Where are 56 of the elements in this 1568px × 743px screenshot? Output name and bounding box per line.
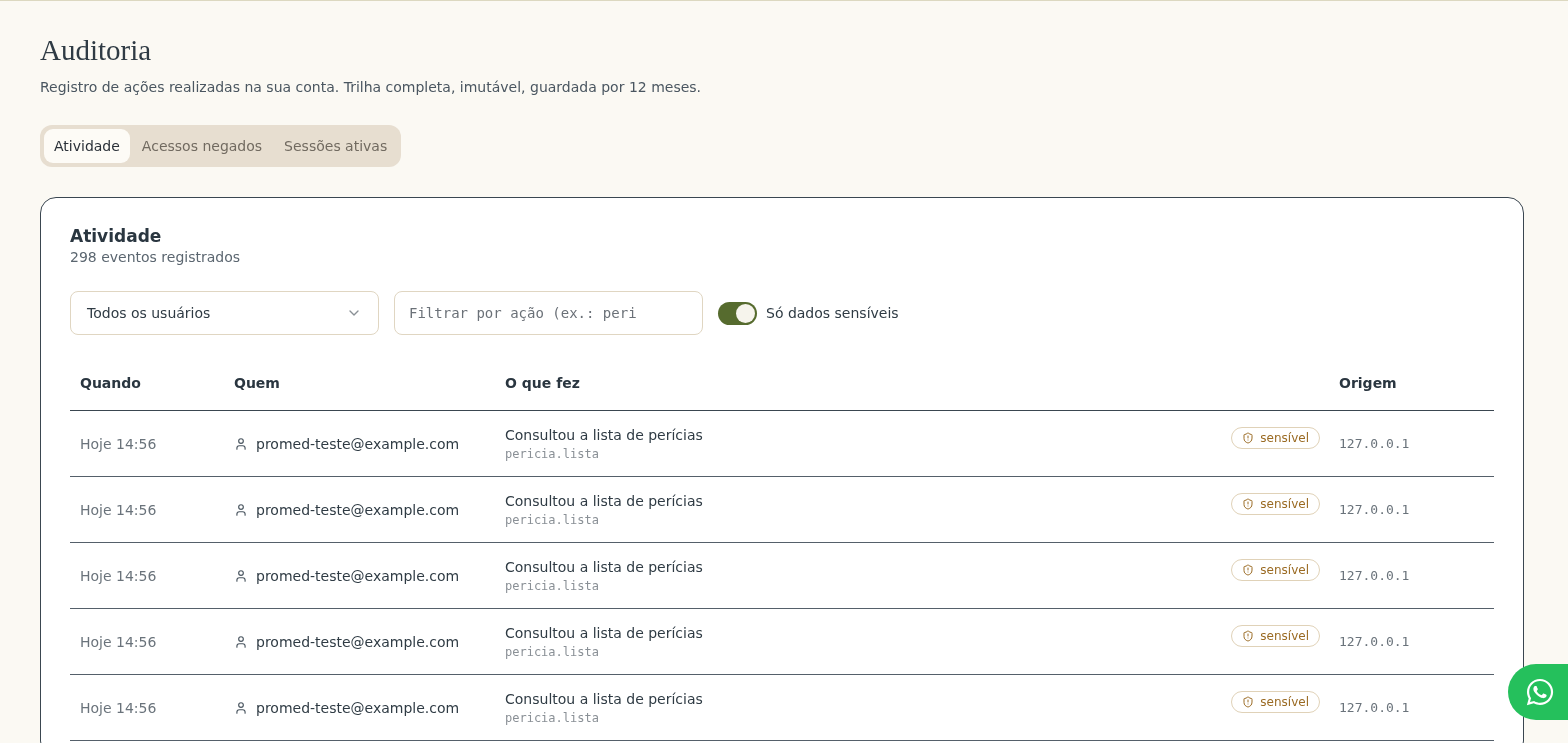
tag-label: sensível bbox=[1260, 430, 1309, 445]
tag-label: sensível bbox=[1260, 694, 1309, 709]
user-icon bbox=[234, 568, 248, 583]
chat-bubble-icon bbox=[1525, 677, 1555, 707]
column-header: Origem bbox=[1339, 374, 1398, 391]
action-code: pericia.lista bbox=[505, 578, 600, 593]
column-header: O que fez bbox=[505, 374, 581, 391]
time-cell-text: Hoje 14:56 bbox=[80, 435, 158, 452]
tag-label: sensível bbox=[1260, 496, 1309, 511]
action-code: pericia.lista bbox=[505, 710, 600, 725]
user-email: promed-teste@example.com bbox=[256, 567, 460, 584]
tab[interactable]: Atividade bbox=[44, 129, 130, 163]
sensitive-toggle[interactable] bbox=[718, 301, 757, 325]
origin-ip: 127.0.0.1 bbox=[1339, 436, 1411, 451]
action-description: Consultou a lista de perícias bbox=[505, 624, 703, 641]
column-header: Quando bbox=[80, 374, 142, 391]
action-code: pericia.lista bbox=[505, 446, 600, 461]
time-cell-text: Hoje 14:56 bbox=[80, 699, 158, 716]
tag-label: sensível bbox=[1260, 628, 1309, 643]
origin-ip: 127.0.0.1 bbox=[1339, 568, 1411, 583]
origin-ip: 127.0.0.1 bbox=[1339, 634, 1411, 649]
action-description: Consultou a lista de perícias bbox=[505, 558, 703, 575]
time-cell-text: Hoje 14:56 bbox=[80, 633, 158, 650]
origin-ip: 127.0.0.1 bbox=[1339, 502, 1411, 517]
action-description: Consultou a lista de perícias bbox=[505, 690, 703, 707]
action-code: pericia.lista bbox=[505, 512, 600, 527]
page-subtitle: Registro de ações realizadas na sua conta. Trilha completa, imutável, guardada por 12 meses. bbox=[40, 79, 703, 95]
action-description: Consultou a lista de perícias bbox=[505, 492, 703, 509]
column-header: Quem bbox=[234, 374, 281, 391]
page-title: Auditoria bbox=[40, 34, 153, 67]
user-email: promed-teste@example.com bbox=[256, 633, 460, 650]
origin-ip: 127.0.0.1 bbox=[1339, 700, 1411, 715]
tab[interactable]: Sessões ativas bbox=[274, 129, 398, 163]
user-email: promed-teste@example.com bbox=[256, 699, 460, 716]
user-email: promed-teste@example.com bbox=[256, 501, 460, 518]
toggle-label: Só dados sensíveis bbox=[766, 305, 899, 321]
card-title: Atividade bbox=[70, 226, 163, 246]
user-email: promed-teste@example.com bbox=[256, 435, 460, 452]
user-icon bbox=[234, 700, 248, 715]
action-code: pericia.lista bbox=[505, 644, 600, 659]
shield-icon bbox=[1242, 497, 1255, 510]
shield-icon bbox=[1242, 695, 1255, 708]
action-description: Consultou a lista de perícias bbox=[505, 426, 703, 443]
time-cell-text: Hoje 14:56 bbox=[80, 501, 158, 518]
tag-label: sensível bbox=[1260, 562, 1309, 577]
user-icon bbox=[234, 436, 248, 451]
user-icon bbox=[234, 634, 248, 649]
shield-icon bbox=[1242, 629, 1255, 642]
shield-icon bbox=[1242, 563, 1255, 576]
event-count: 298 eventos registrados bbox=[70, 249, 242, 265]
user-icon bbox=[234, 502, 248, 517]
time-cell-text: Hoje 14:56 bbox=[80, 567, 158, 584]
action-filter-field[interactable]: Filtrar por ação (ex.: peri bbox=[394, 291, 703, 335]
shield-icon bbox=[1242, 431, 1255, 444]
tab[interactable]: Acessos negados bbox=[131, 129, 273, 163]
user-select[interactable]: Todos os usuários bbox=[70, 291, 379, 335]
